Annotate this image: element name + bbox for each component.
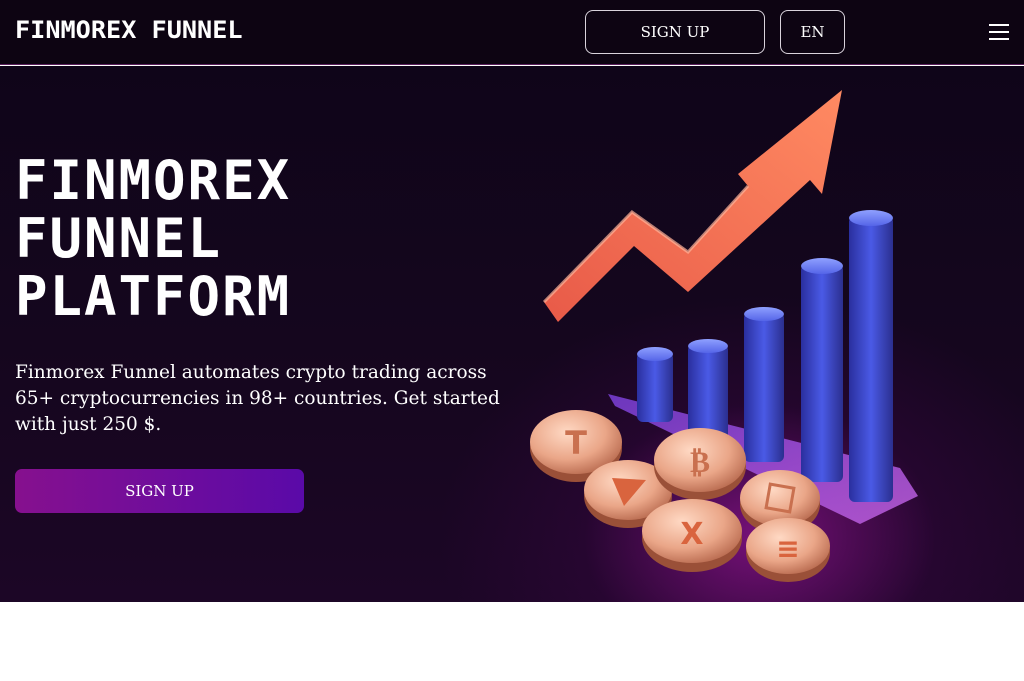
header-signup-button[interactable]: SIGN UP	[585, 10, 765, 54]
page: FINMOREX FUNNEL SIGN UP EN FINMOREX FUNN…	[0, 0, 1024, 681]
bar-3	[744, 307, 784, 462]
hero-title-line: FUNNEL	[15, 207, 223, 270]
language-selector-button[interactable]: EN	[780, 10, 845, 54]
hero-signup-button[interactable]: SIGN UP	[15, 469, 304, 513]
solana-coin-icon: ≡	[746, 518, 830, 582]
crypto-growth-chart-illustration: T ₿ X ≡	[530, 90, 918, 582]
content-area	[0, 602, 1024, 681]
trend-arrow	[544, 90, 842, 322]
bar-5	[849, 210, 893, 502]
ripple-coin-icon: X	[642, 499, 742, 572]
hero-title: FINMOREX FUNNEL PLATFORM	[15, 152, 291, 326]
bar-1	[637, 347, 673, 422]
svg-text:X: X	[680, 517, 703, 552]
hero-title-line: FINMOREX	[15, 149, 292, 212]
svg-text:T: T	[565, 424, 587, 462]
hero-section: FINMOREX FUNNEL PLATFORM Finmorex Funnel…	[0, 66, 1024, 602]
site-header: FINMOREX FUNNEL SIGN UP EN	[0, 0, 1024, 65]
svg-text:₿: ₿	[690, 445, 710, 480]
logo[interactable]: FINMOREX FUNNEL	[15, 16, 243, 44]
hero-title-line: PLATFORM	[15, 265, 292, 328]
hamburger-icon[interactable]	[989, 23, 1009, 41]
hero-description: Finmorex Funnel automates crypto trading…	[15, 362, 500, 435]
bitcoin-coin-icon: ₿	[654, 428, 746, 500]
bar-4	[801, 258, 843, 482]
svg-text:≡: ≡	[776, 532, 799, 565]
